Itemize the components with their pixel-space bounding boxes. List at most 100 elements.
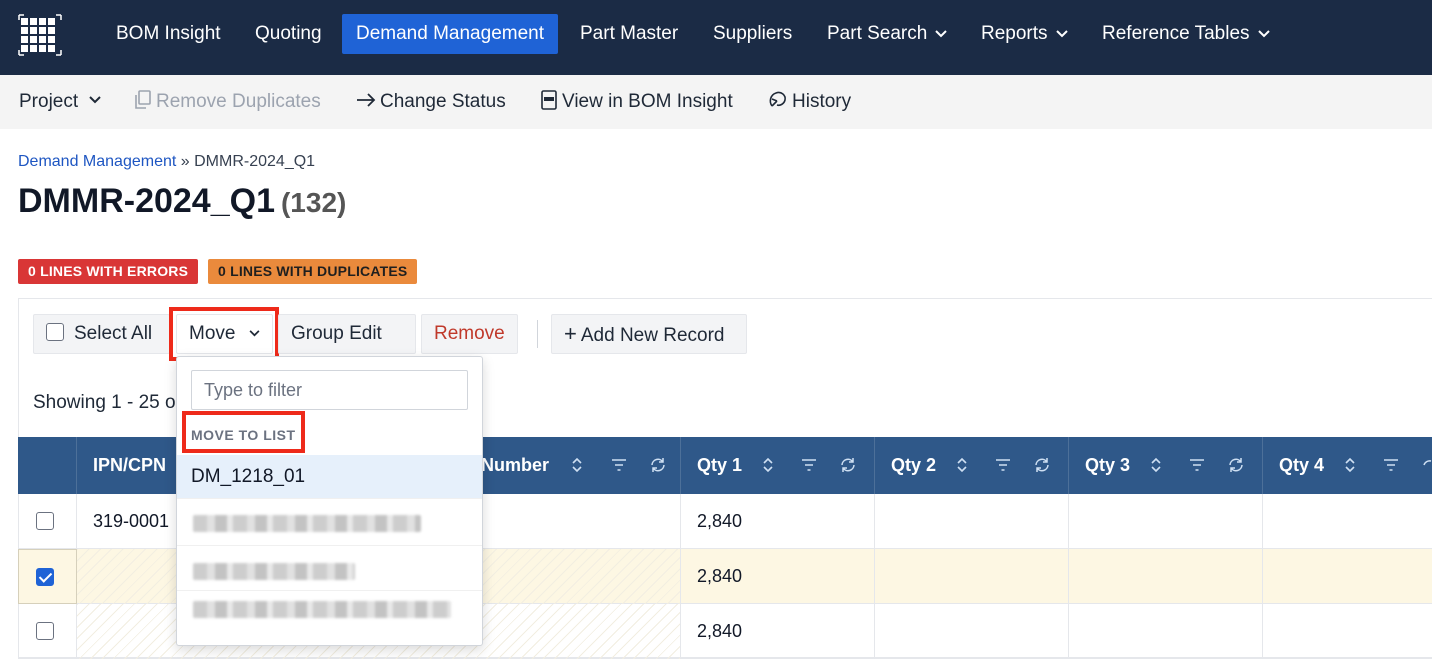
filter-icon[interactable] <box>1383 457 1399 473</box>
chevron-down-icon <box>89 96 102 104</box>
redacted-text <box>193 563 355 580</box>
nav-quoting[interactable]: Quoting <box>241 14 336 54</box>
qty1-cell[interactable]: 2,840 <box>681 494 875 549</box>
secondary-toolbar: Project Remove Duplicates Change Status … <box>0 75 1432 129</box>
refresh-icon[interactable] <box>839 457 857 473</box>
sort-icon[interactable] <box>1150 457 1162 473</box>
refresh-icon[interactable] <box>1227 457 1245 473</box>
filter-icon[interactable] <box>801 457 817 473</box>
duplicates-badge[interactable]: 0 LINES WITH DUPLICATES <box>208 259 418 284</box>
filter-icon[interactable] <box>1189 457 1205 473</box>
header-qty2-label: Qty 2 <box>891 455 937 475</box>
qty4-cell[interactable] <box>1263 549 1432 604</box>
qty4-cell[interactable] <box>1263 494 1432 549</box>
list-option-redacted[interactable] <box>177 590 482 633</box>
list-option[interactable]: DM_1218_01 <box>177 455 482 498</box>
sort-icon[interactable] <box>1344 457 1356 473</box>
header-select-col <box>18 437 77 494</box>
remove-button[interactable]: Remove <box>421 314 518 354</box>
toolbar-divider <box>537 320 538 348</box>
nav-demand-management[interactable]: Demand Management <box>342 14 558 54</box>
history-button[interactable]: History <box>768 75 851 129</box>
nav-part-master[interactable]: Part Master <box>566 14 692 54</box>
project-menu[interactable]: Project <box>19 75 105 129</box>
errors-badge[interactable]: 0 LINES WITH ERRORS <box>18 259 199 284</box>
redacted-text <box>193 601 451 618</box>
qty1-value: 2,840 <box>697 621 743 641</box>
row-checkbox[interactable] <box>36 512 54 530</box>
qty1-cell[interactable]: 2,840 <box>681 549 875 604</box>
select-all-button[interactable]: Select All <box>33 314 170 354</box>
qty3-cell[interactable] <box>1069 604 1263 659</box>
move-to-list-highlight <box>182 411 305 453</box>
header-qty4[interactable]: Qty 4 <box>1263 437 1432 494</box>
ipn-value: 319-0001 <box>93 511 170 531</box>
change-status-label: Change Status <box>380 91 506 112</box>
refresh-icon[interactable] <box>1421 457 1432 473</box>
qty3-cell[interactable] <box>1069 494 1263 549</box>
refresh-icon[interactable] <box>1033 457 1051 473</box>
chevron-down-icon <box>1257 30 1270 38</box>
select-all-checkbox[interactable] <box>46 322 64 341</box>
list-option-redacted[interactable] <box>177 545 482 588</box>
filter-icon[interactable] <box>611 457 627 473</box>
record-count: (132) <box>280 187 347 218</box>
view-in-bom-button[interactable]: View in BOM Insight <box>540 75 733 129</box>
arrow-right-icon <box>357 93 376 107</box>
group-edit-button[interactable]: Group Edit <box>278 314 416 375</box>
header-qty2[interactable]: Qty 2 <box>875 437 1069 494</box>
remove-duplicates-label: Remove Duplicates <box>156 91 321 112</box>
nav-reference-tables-label: Reference Tables <box>1102 23 1250 44</box>
filter-icon[interactable] <box>995 457 1011 473</box>
view-in-bom-label: View in BOM Insight <box>562 91 733 112</box>
list-option-redacted[interactable] <box>177 498 482 541</box>
header-qty1[interactable]: Qty 1 <box>681 437 875 494</box>
nav-part-search-label: Part Search <box>827 23 928 44</box>
change-status-button[interactable]: Change Status <box>356 75 506 129</box>
sort-icon[interactable] <box>571 457 583 473</box>
qty3-cell[interactable] <box>1069 549 1263 604</box>
row-checkbox[interactable] <box>36 622 54 640</box>
qty4-cell[interactable] <box>1263 604 1432 659</box>
sort-icon[interactable] <box>956 457 968 473</box>
page-title: DMMR-2024_Q1 (132) <box>18 182 346 221</box>
row-select-cell <box>18 604 77 659</box>
header-number-label: Number <box>481 455 550 475</box>
grid-logo-icon[interactable] <box>18 14 62 56</box>
nav-reference-tables[interactable]: Reference Tables <box>1088 14 1284 54</box>
redacted-text <box>193 515 421 532</box>
header-qty1-label: Qty 1 <box>697 455 743 475</box>
sort-icon[interactable] <box>762 457 774 473</box>
group-edit-label: Group Edit <box>291 323 382 344</box>
header-number[interactable]: Number <box>481 437 681 494</box>
filter-input[interactable] <box>191 370 468 410</box>
row-checkbox[interactable] <box>36 568 54 586</box>
nav-part-search[interactable]: Part Search <box>813 14 961 54</box>
showing-text: Showing 1 - 25 o <box>33 392 176 413</box>
bom-doc-icon <box>541 90 557 110</box>
qty2-cell[interactable] <box>875 494 1069 549</box>
qty1-value: 2,840 <box>697 566 743 586</box>
move-highlight <box>169 307 279 361</box>
breadcrumb-parent-link[interactable]: Demand Management <box>18 153 176 170</box>
breadcrumb-current: DMMR-2024_Q1 <box>194 153 316 170</box>
chevron-down-icon <box>1055 30 1068 38</box>
copy-icon <box>135 90 151 109</box>
nav-reports[interactable]: Reports <box>967 14 1082 54</box>
refresh-icon[interactable] <box>649 457 667 473</box>
header-qty3-label: Qty 3 <box>1085 455 1131 475</box>
qty2-cell[interactable] <box>875 549 1069 604</box>
nav-bom-insight[interactable]: BOM Insight <box>102 14 235 54</box>
header-qty4-label: Qty 4 <box>1279 455 1325 475</box>
qty1-cell[interactable]: 2,840 <box>681 604 875 659</box>
plus-icon: + <box>564 321 577 346</box>
header-ipn-label: IPN/CPN <box>93 455 167 475</box>
qty2-cell[interactable] <box>875 604 1069 659</box>
header-qty3[interactable]: Qty 3 <box>1069 437 1263 494</box>
move-dropdown-menu: MOVE TO LIST DM_1218_01 <box>176 356 483 646</box>
history-label: History <box>792 91 852 112</box>
nav-suppliers[interactable]: Suppliers <box>699 14 806 54</box>
chevron-down-icon <box>935 30 948 38</box>
add-new-record-button[interactable]: + Add New Record <box>551 314 747 354</box>
remove-duplicates-button[interactable]: Remove Duplicates <box>134 75 321 129</box>
